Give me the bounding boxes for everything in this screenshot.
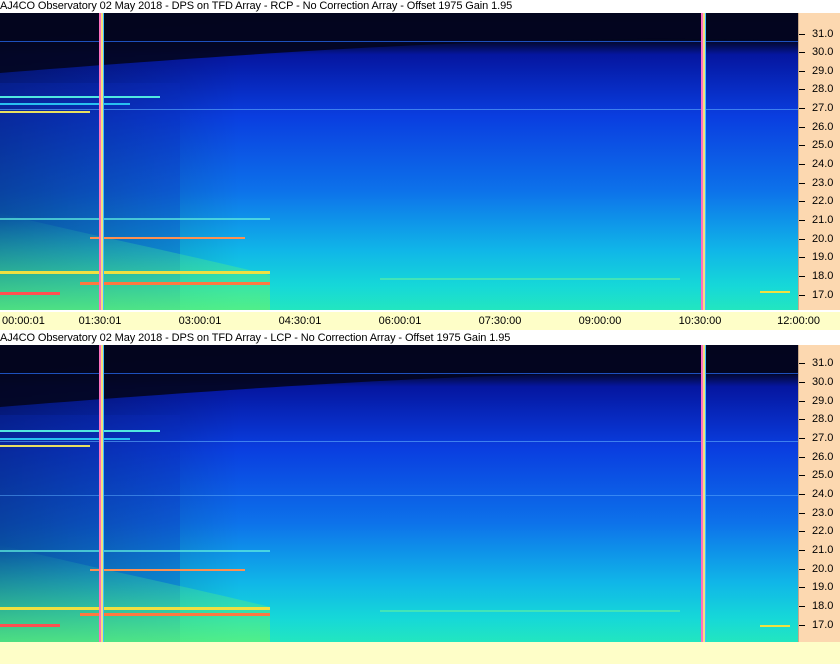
spectrogram-lcp-image xyxy=(0,345,798,642)
time-label: 01:30:01 xyxy=(78,315,122,327)
frequency-scale-lcp: 31.0 30.0 29.0 28.0 27.0 26.0 25.0 24.0 … xyxy=(798,345,840,642)
panel-title-lcp: AJ4CO Observatory 02 May 2018 - DPS on T… xyxy=(0,332,840,345)
time-label: 06:00:01 xyxy=(378,315,422,327)
time-label: 04:30:01 xyxy=(278,315,322,327)
spectrogram-lcp[interactable] xyxy=(0,345,798,642)
time-label: 00:00:01 xyxy=(2,315,45,327)
time-label: 10:30:00 xyxy=(678,315,722,327)
bottom-status-bar xyxy=(0,642,840,664)
panel-title-rcp: AJ4CO Observatory 02 May 2018 - DPS on T… xyxy=(0,0,840,13)
time-label: 09:00:00 xyxy=(578,315,622,327)
time-axis: 00:00:01 01:30:01 03:00:01 04:30:01 06:0… xyxy=(0,312,840,330)
frequency-scale-rcp: 31.0 30.0 29.0 28.0 27.0 26.0 25.0 24.0 … xyxy=(798,13,840,310)
spectrogram-rcp-image xyxy=(0,13,798,310)
time-label: 07:30:00 xyxy=(478,315,522,327)
spectrogram-rcp[interactable] xyxy=(0,13,798,310)
time-label: 12:00:00 xyxy=(777,315,820,327)
time-label: 03:00:01 xyxy=(178,315,222,327)
